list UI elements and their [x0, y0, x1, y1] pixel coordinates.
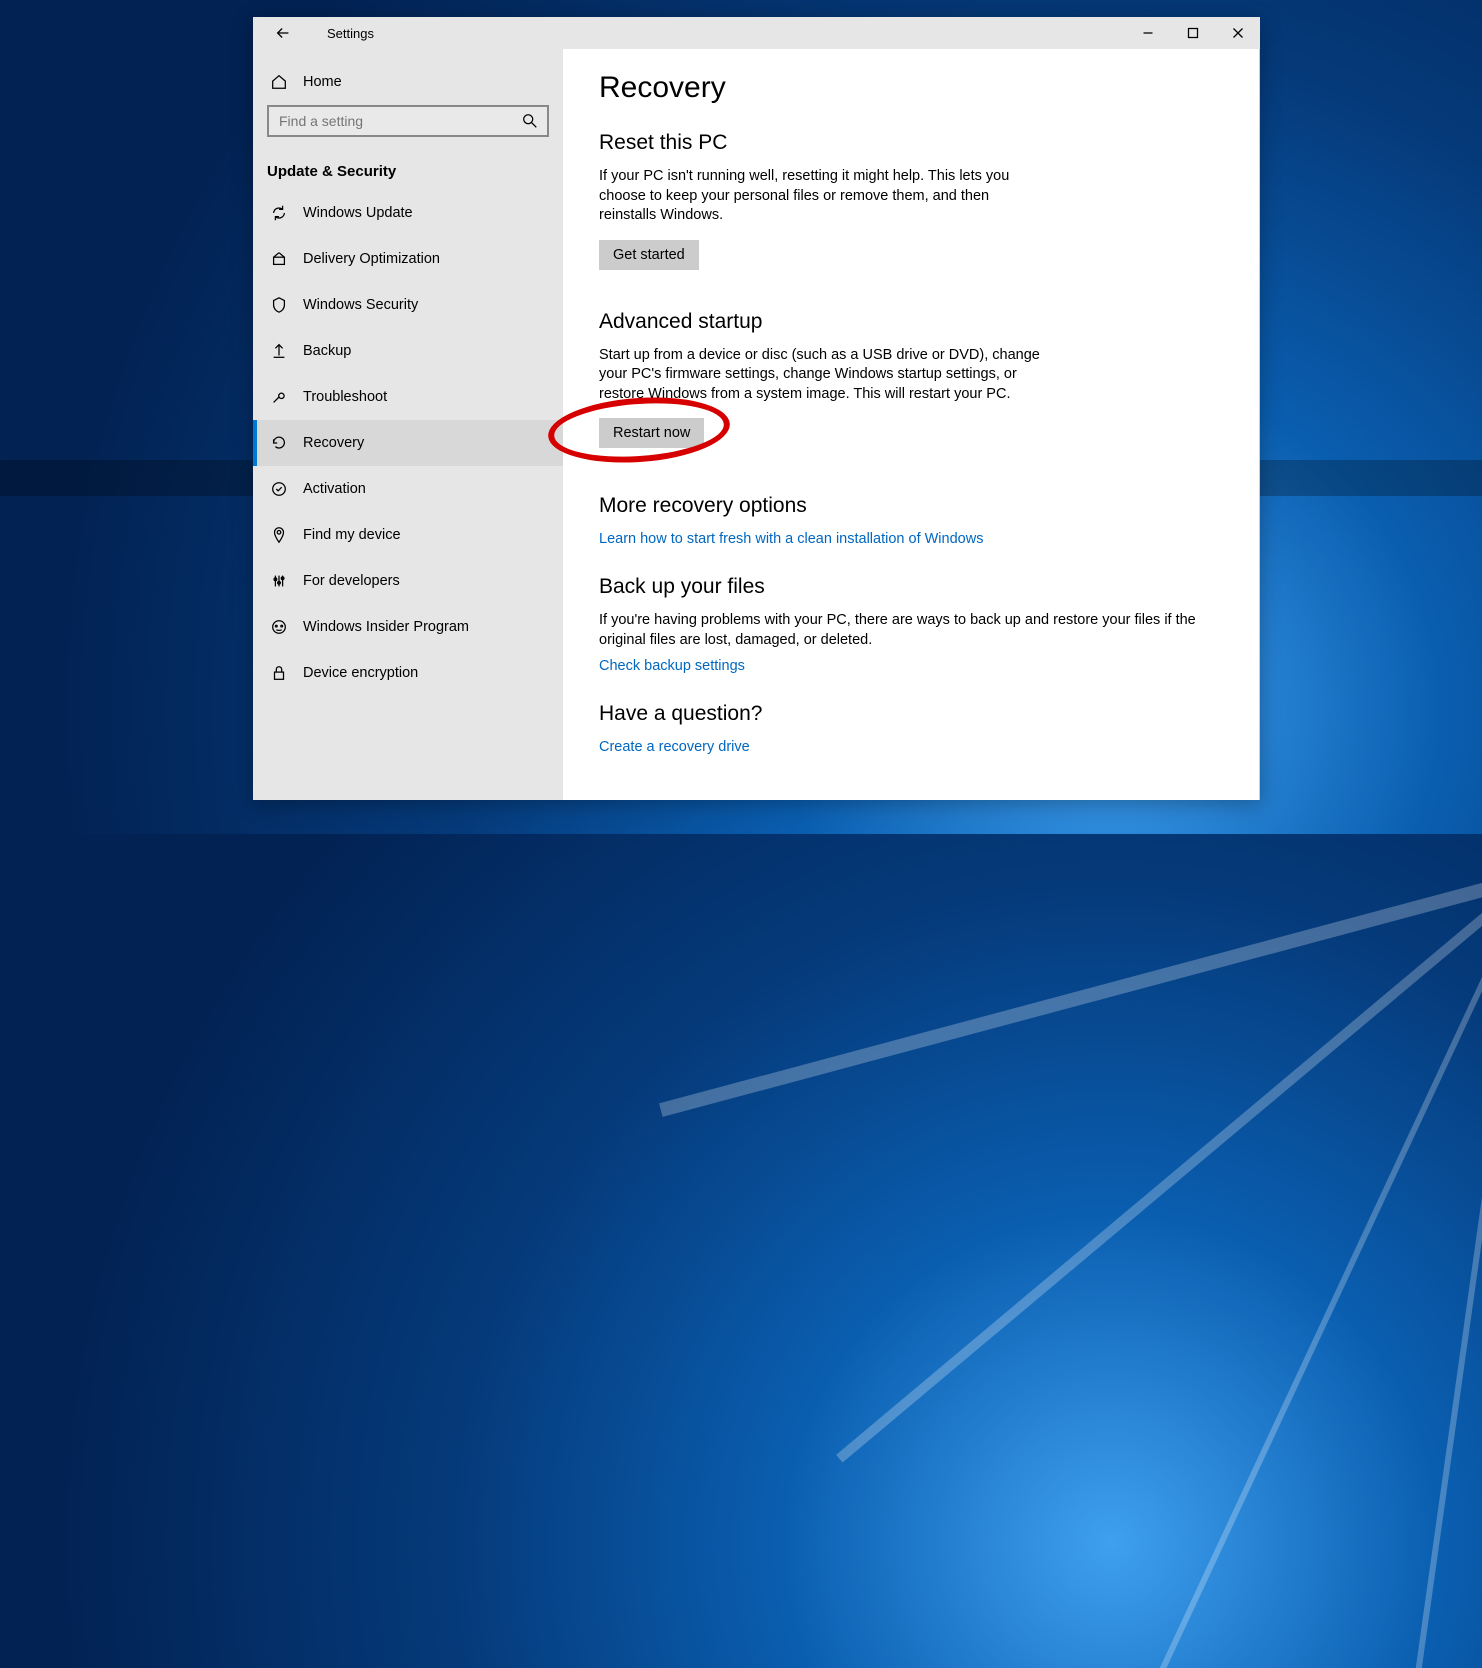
sidebar-item-label: Device encryption [303, 665, 418, 681]
maximize-button[interactable] [1170, 17, 1215, 49]
shield-icon [269, 296, 289, 314]
close-button[interactable] [1215, 17, 1260, 49]
advanced-startup-heading: Advanced startup [599, 310, 1223, 334]
question-heading: Have a question? [599, 702, 1223, 726]
sidebar-item-label: Troubleshoot [303, 389, 387, 405]
back-button[interactable] [269, 19, 297, 47]
location-icon [269, 526, 289, 544]
sidebar-item-label: Activation [303, 481, 366, 497]
minimize-button[interactable] [1125, 17, 1170, 49]
titlebar: Settings [253, 17, 1260, 49]
desktop-bg-ray [659, 870, 1482, 1116]
restart-now-button[interactable]: Restart now [599, 418, 704, 448]
reset-heading: Reset this PC [599, 131, 1223, 155]
developers-icon [269, 572, 289, 590]
delivery-icon [269, 250, 289, 268]
sidebar-item-for-developers[interactable]: For developers [253, 558, 563, 604]
sidebar-item-label: Find my device [303, 527, 401, 543]
sidebar: Home Update & Security Windows Update De… [253, 49, 563, 800]
get-started-button[interactable]: Get started [599, 240, 699, 270]
sidebar-item-windows-security[interactable]: Windows Security [253, 282, 563, 328]
sidebar-home-label: Home [303, 74, 342, 90]
recovery-icon [269, 434, 289, 452]
sidebar-item-troubleshoot[interactable]: Troubleshoot [253, 374, 563, 420]
sync-icon [269, 204, 289, 222]
insider-icon [269, 618, 289, 636]
backup-settings-link[interactable]: Check backup settings [599, 658, 745, 674]
reset-description: If your PC isn't running well, resetting… [599, 167, 1049, 226]
backup-description: If you're having problems with your PC, … [599, 611, 1223, 650]
check-circle-icon [269, 480, 289, 498]
wrench-icon [269, 388, 289, 406]
sidebar-item-delivery-optimization[interactable]: Delivery Optimization [253, 236, 563, 282]
sidebar-item-label: Windows Update [303, 205, 413, 221]
fresh-start-link[interactable]: Learn how to start fresh with a clean in… [599, 531, 983, 547]
page-title: Recovery [599, 71, 1223, 105]
sidebar-item-recovery[interactable]: Recovery [253, 420, 563, 466]
settings-window: Settings Home [253, 17, 1260, 800]
more-recovery-heading: More recovery options [599, 494, 1223, 518]
desktop-bg-ray [836, 876, 1482, 1462]
sidebar-section-heading: Update & Security [253, 147, 563, 190]
sidebar-item-device-encryption[interactable]: Device encryption [253, 650, 563, 696]
sidebar-home[interactable]: Home [253, 59, 563, 105]
sidebar-item-backup[interactable]: Backup [253, 328, 563, 374]
sidebar-item-insider-program[interactable]: Windows Insider Program [253, 604, 563, 650]
sidebar-item-find-my-device[interactable]: Find my device [253, 512, 563, 558]
sidebar-item-label: Backup [303, 343, 351, 359]
sidebar-item-label: Recovery [303, 435, 364, 451]
backup-icon [269, 342, 289, 360]
sidebar-item-label: For developers [303, 573, 400, 589]
sidebar-item-activation[interactable]: Activation [253, 466, 563, 512]
sidebar-item-label: Delivery Optimization [303, 251, 440, 267]
advanced-startup-description: Start up from a device or disc (such as … [599, 346, 1049, 405]
search-input[interactable] [267, 105, 549, 137]
content-pane: Recovery Reset this PC If your PC isn't … [563, 49, 1260, 800]
sidebar-item-label: Windows Security [303, 297, 418, 313]
window-title: Settings [327, 26, 374, 41]
sidebar-item-windows-update[interactable]: Windows Update [253, 190, 563, 236]
home-icon [269, 73, 289, 91]
sidebar-item-label: Windows Insider Program [303, 619, 469, 635]
create-recovery-drive-link[interactable]: Create a recovery drive [599, 739, 750, 755]
backup-heading: Back up your files [599, 575, 1223, 599]
lock-icon [269, 664, 289, 682]
